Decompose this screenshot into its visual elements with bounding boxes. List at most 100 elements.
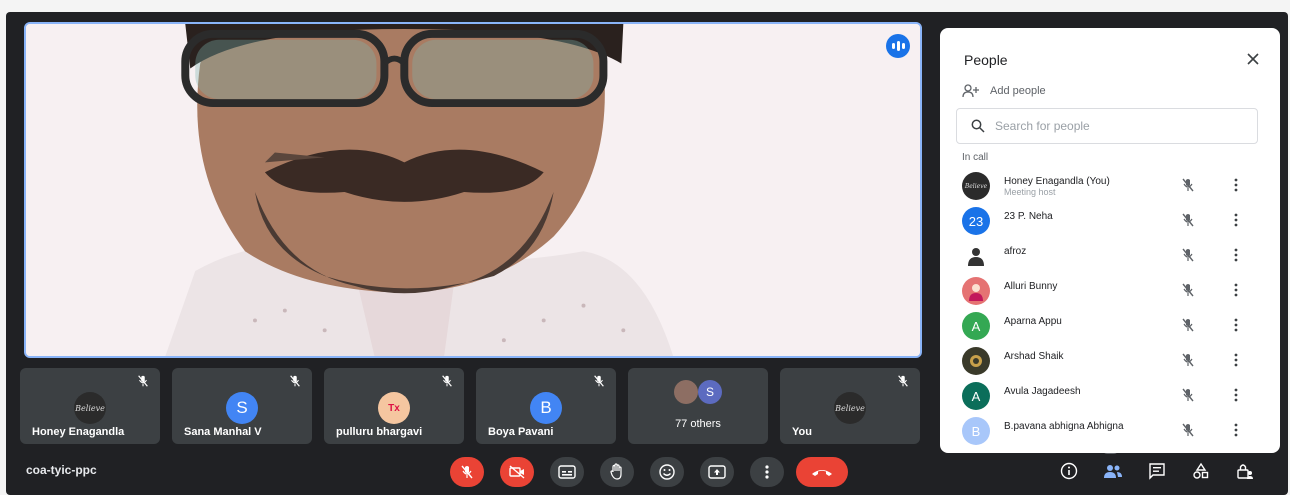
panel-title: People [964,52,1008,68]
captions-icon [558,465,576,479]
participant-name: 23 P. Neha [1004,211,1053,222]
avatar: B [962,417,990,445]
avatar: 23 [962,207,990,235]
more-options-button[interactable] [750,457,784,487]
more-vert-icon[interactable] [1228,422,1244,438]
avatar: B [530,392,562,424]
participant-name: Avula Jagadeesh [1004,386,1081,397]
others-count: 77 others [675,418,721,430]
mic-off-icon [461,465,473,479]
participant-name: B.pavana abhigna Abhigna [1004,421,1124,432]
participant-tile[interactable]: B Boya Pavani [476,368,616,444]
hang-up-icon [812,470,832,476]
participant-row[interactable]: B B.pavana abhigna Abhigna [940,413,1280,448]
participant-row[interactable]: Arshad Shaik [940,343,1280,378]
raise-hand-button[interactable] [600,457,634,487]
lock-person-icon [1237,464,1253,479]
participant-name: pulluru bhargavi [336,426,423,438]
mic-off-icon [1182,283,1194,297]
more-vert-icon[interactable] [1228,177,1244,193]
more-vert-icon[interactable] [1228,212,1244,228]
activities-icon [1193,462,1209,479]
more-vert-icon[interactable] [1228,247,1244,263]
search-box [956,108,1258,144]
more-vert-icon[interactable] [1228,387,1244,403]
section-label: In call [962,152,989,163]
more-vert-icon[interactable] [1228,317,1244,333]
person-add-icon [962,84,979,98]
main-video-tile[interactable] [24,22,922,358]
participant-name: Alluri Bunny [1004,281,1058,292]
participant-row[interactable]: A Avula Jagadeesh [940,378,1280,413]
chat-icon [1149,463,1165,480]
meet-window: Believe Honey Enagandla S Sana Manhal V … [6,12,1288,495]
close-icon[interactable] [1244,50,1262,68]
participant-name: Honey Enagandla (You) [1004,176,1110,187]
participant-name: Honey Enagandla [32,426,125,438]
info-icon [1060,462,1078,480]
avatar [962,242,990,270]
activities-button[interactable] [1188,457,1214,485]
emoji-icon [659,464,675,480]
mic-off-icon [1182,178,1194,192]
more-vert-icon[interactable] [1228,282,1244,298]
leave-call-button[interactable] [796,457,848,487]
add-people-button[interactable]: Add people [962,84,1046,98]
speaker-video [26,24,920,356]
search-input[interactable] [995,119,1225,133]
meeting-details-button[interactable] [1056,457,1082,485]
mic-off-icon [1182,318,1194,332]
mic-off-icon [1182,353,1194,367]
mic-off-icon [1182,248,1194,262]
participant-name: Sana Manhal V [184,426,262,438]
meeting-code: coa-tyic-ppc [26,463,97,477]
mic-off-icon [594,375,604,387]
mic-off-icon [290,375,300,387]
self-tile[interactable]: Believe You [780,368,920,444]
mic-off-icon [138,375,148,387]
mic-toggle-button[interactable] [450,457,484,487]
people-button[interactable]: 83 [1100,443,1126,485]
avatar [962,277,990,305]
chat-button[interactable] [1144,457,1170,485]
participant-name: You [792,426,812,438]
mic-off-icon [1182,423,1194,437]
participant-row[interactable]: Alluri Bunny [940,273,1280,308]
participant-tile[interactable]: Believe Honey Enagandla [20,368,160,444]
present-icon [708,465,726,479]
people-panel: People Add people In call Believe Honey … [940,28,1280,453]
avatar: A [962,312,990,340]
participant-name: Arshad Shaik [1004,351,1064,362]
avatar [674,380,698,404]
others-tile[interactable]: S 77 others [628,368,768,444]
avatar: Believe [834,392,866,424]
present-screen-button[interactable] [700,457,734,487]
participant-row[interactable]: 23 23 P. Neha [940,203,1280,238]
participant-tile[interactable]: Tx pulluru bhargavi [324,368,464,444]
mic-off-icon [1182,388,1194,402]
participant-name: Aparna Appu [1004,316,1062,327]
participant-role: Meeting host [1004,187,1056,197]
participant-name: Boya Pavani [488,426,554,438]
avatar: Believe [74,392,106,424]
captions-button[interactable] [550,457,584,487]
participant-tile[interactable]: S Sana Manhal V [172,368,312,444]
participant-row[interactable]: Believe Honey Enagandla (You) Meeting ho… [940,168,1280,203]
participant-row[interactable]: afroz [940,238,1280,273]
participant-row[interactable]: A Aparna Appu [940,308,1280,343]
speaking-indicator-icon [886,34,910,58]
mic-off-icon [898,375,908,387]
hand-icon [610,463,622,480]
camera-off-icon [509,465,525,479]
avatar: Believe [962,172,990,200]
participant-name: afroz [1004,246,1027,257]
avatar: S [698,380,722,404]
more-vert-icon[interactable] [1228,352,1244,368]
camera-toggle-button[interactable] [500,457,534,487]
avatar: A [962,382,990,410]
host-controls-button[interactable] [1232,457,1258,485]
mic-off-icon [442,375,452,387]
emoji-reactions-button[interactable] [650,457,684,487]
search-icon [971,119,985,133]
avatar: S [226,392,258,424]
